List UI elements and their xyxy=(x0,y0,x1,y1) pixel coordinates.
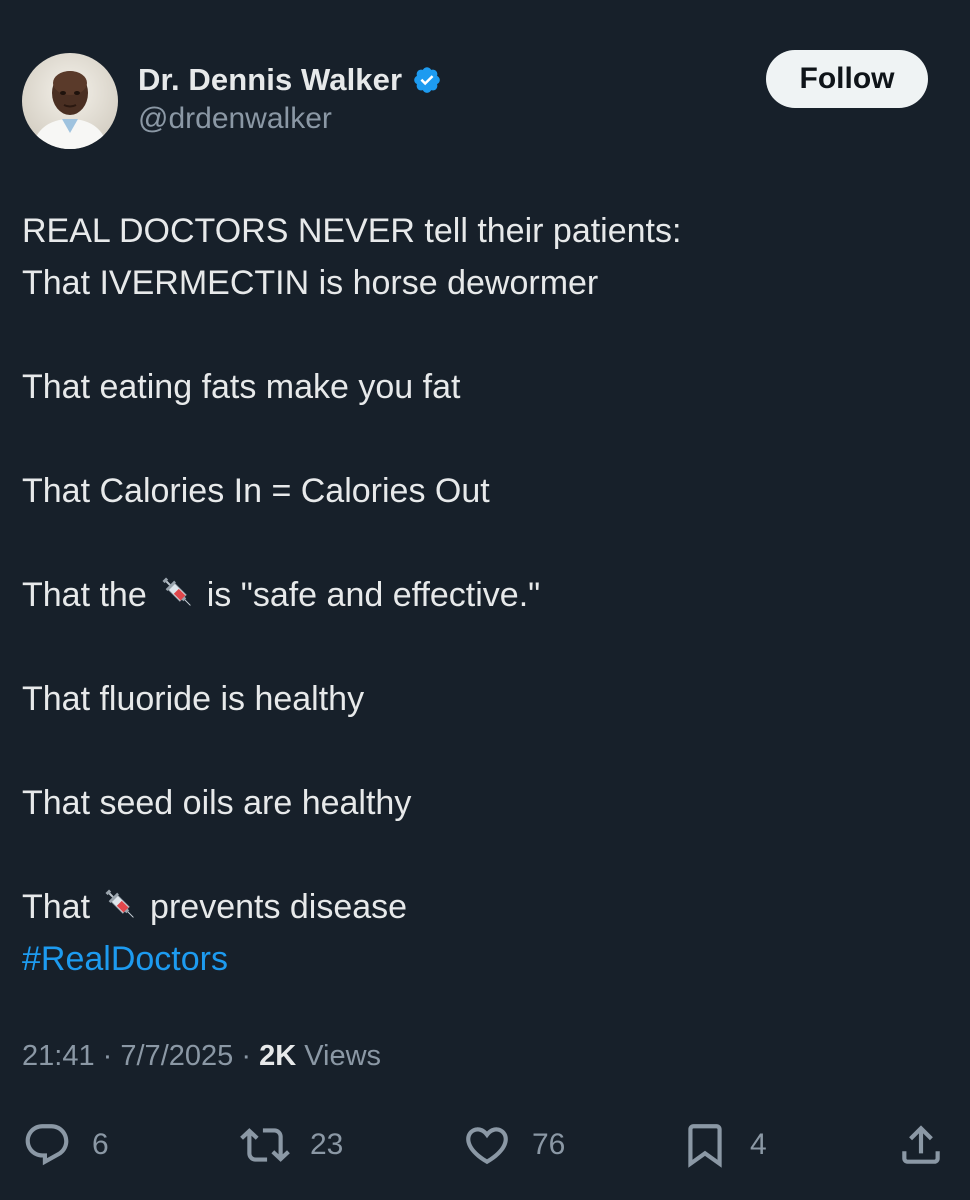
tweet-line: That the is "safe and effective." xyxy=(22,569,948,621)
syringe-icon xyxy=(157,572,197,612)
name-row: Dr. Dennis Walker xyxy=(138,60,442,100)
reply-count: 6 xyxy=(92,1128,109,1161)
like-count: 76 xyxy=(532,1128,566,1161)
repost-count: 23 xyxy=(310,1128,344,1161)
tweet-line: That fluoride is healthy xyxy=(22,680,365,718)
tweet-line: That IVERMECTIN is horse dewormer xyxy=(22,264,599,302)
tweet-text: REAL DOCTORS NEVER tell their patients: … xyxy=(22,205,948,985)
line-prefix: That the xyxy=(22,576,147,614)
author-names: Dr. Dennis Walker @drdenwalker xyxy=(138,60,442,136)
views-label: Views xyxy=(304,1040,382,1072)
reply-button[interactable]: 6 xyxy=(22,1115,109,1175)
handle[interactable]: @drdenwalker xyxy=(138,102,442,136)
repost-button[interactable]: 23 xyxy=(240,1115,343,1175)
line-gap xyxy=(22,621,948,673)
bookmark-icon xyxy=(688,1124,722,1168)
line-gap xyxy=(22,309,948,361)
like-button[interactable]: 76 xyxy=(462,1115,565,1175)
tweet-date[interactable]: 7/7/2025 xyxy=(120,1040,233,1072)
tweet-line: That seed oils are healthy xyxy=(22,784,412,822)
syringe-icon xyxy=(100,884,140,924)
tweet-line: REAL DOCTORS NEVER tell their patients: xyxy=(22,212,682,250)
tweet-line: That prevents disease xyxy=(22,881,948,933)
tweet-line: #RealDoctors xyxy=(22,933,948,985)
bookmark-count: 4 xyxy=(750,1128,767,1161)
line-gap xyxy=(22,517,948,569)
avatar[interactable] xyxy=(22,53,118,149)
line-gap xyxy=(22,413,948,465)
line-gap xyxy=(22,725,948,777)
line-suffix: prevents disease xyxy=(150,888,408,926)
meta-separator: · xyxy=(241,1040,251,1072)
tweet: Dr. Dennis Walker @drdenwalker Follow RE… xyxy=(0,0,970,1200)
share-button[interactable] xyxy=(896,1115,946,1175)
display-name[interactable]: Dr. Dennis Walker xyxy=(138,62,402,98)
line-gap xyxy=(22,829,948,881)
hashtag-link[interactable]: #RealDoctors xyxy=(22,940,228,978)
line-suffix: is "safe and effective." xyxy=(206,576,541,614)
tweet-meta: 21:41 · 7/7/2025 · 2K Views xyxy=(22,1040,381,1073)
tweet-header: Dr. Dennis Walker @drdenwalker Follow xyxy=(22,50,948,149)
meta-separator: · xyxy=(102,1040,113,1072)
views-count: 2K xyxy=(259,1040,297,1072)
tweet-line: That eating fats make you fat xyxy=(22,368,461,406)
verified-badge-icon xyxy=(412,65,442,95)
action-bar: 6 23 76 4 xyxy=(0,1115,970,1175)
tweet-line: That Calories In = Calories Out xyxy=(22,472,490,510)
line-prefix: That xyxy=(22,888,91,926)
reply-icon xyxy=(25,1124,69,1166)
share-icon xyxy=(902,1125,940,1164)
tweet-time[interactable]: 21:41 xyxy=(22,1040,95,1072)
repost-icon xyxy=(240,1128,290,1162)
follow-button[interactable]: Follow xyxy=(766,50,928,108)
heart-icon xyxy=(466,1127,508,1165)
bookmark-button[interactable]: 4 xyxy=(680,1115,767,1175)
